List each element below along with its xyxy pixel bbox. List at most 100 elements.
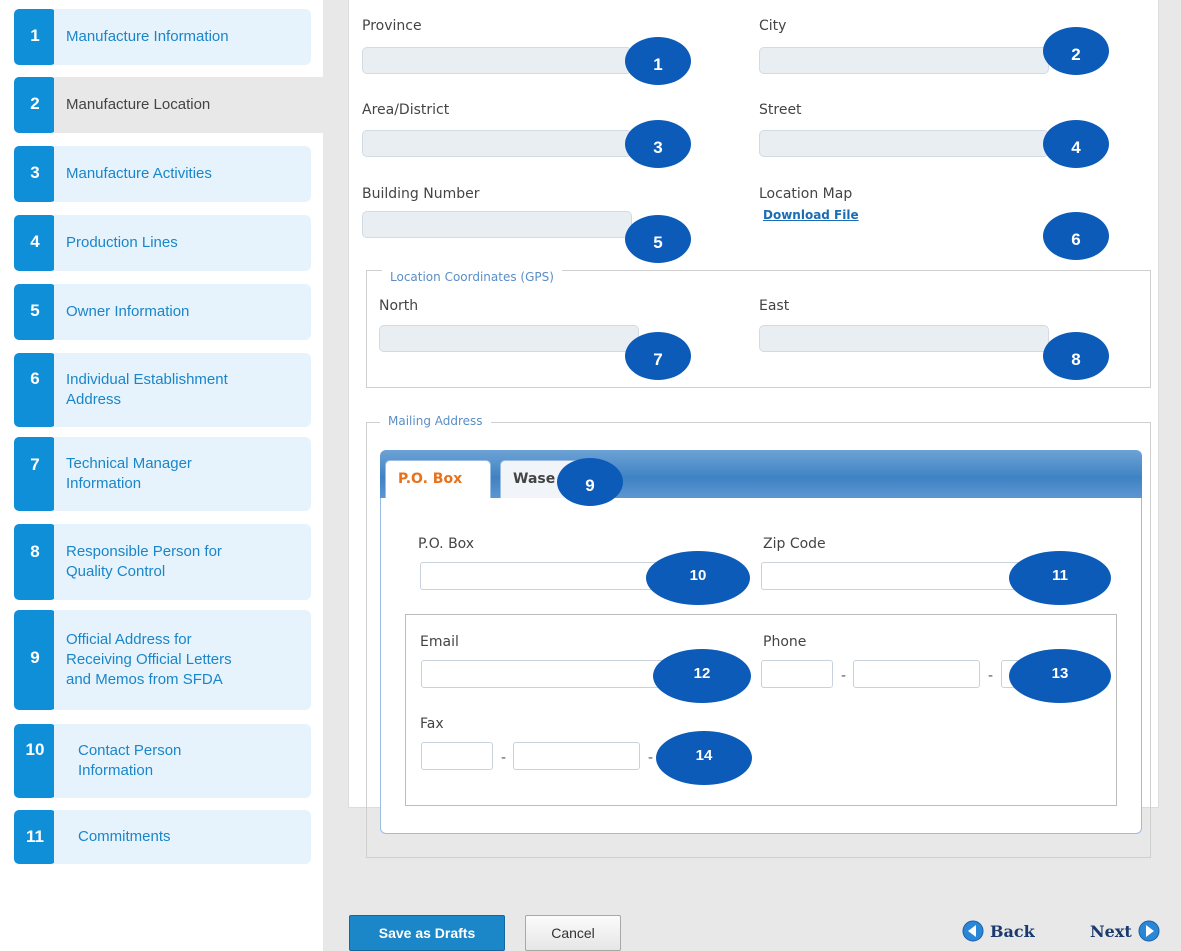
wizard-sidebar: 1 Manufacture Information 2 Manufacture … — [0, 0, 325, 951]
step-label: Production Lines — [66, 234, 178, 251]
step-number: 10 — [25, 740, 45, 759]
step-label: Manufacture Activities — [66, 165, 212, 182]
province-label: Province — [362, 18, 422, 34]
cancel-button[interactable]: Cancel — [525, 915, 621, 951]
phone-separator: - — [841, 668, 847, 684]
street-label: Street — [759, 102, 802, 118]
step-number: 8 — [30, 542, 40, 561]
fax-separator: - — [501, 750, 507, 766]
annotation-marker-11: 11 — [1009, 551, 1111, 605]
sidebar-step-owner-information[interactable]: 5 Owner Information — [14, 284, 311, 340]
step-card: Official Address for Receiving Official … — [54, 610, 311, 710]
step-number: 9 — [30, 648, 40, 667]
north-label: North — [379, 298, 419, 314]
sidebar-step-technical-manager-information[interactable]: 7 Technical Manager Information — [14, 437, 311, 511]
annotation-marker-8: 8 — [1043, 332, 1109, 380]
zip-code-input[interactable] — [761, 562, 1031, 590]
annotation-marker-1: 1 — [625, 37, 691, 85]
phone-separator: - — [988, 668, 994, 684]
step-number-badge: 11 — [14, 810, 56, 864]
step-label: Individual Establishment Address — [66, 371, 228, 408]
city-label: City — [759, 18, 787, 34]
mailing-tabstrip — [380, 450, 1142, 500]
street-field[interactable] — [759, 130, 1049, 157]
sidebar-step-contact-person-information[interactable]: 10 Contact Person Information — [14, 724, 311, 798]
location-map-label: Location Map — [759, 186, 853, 202]
area-district-label: Area/District — [362, 102, 450, 118]
step-label: Contact Person Information — [78, 742, 182, 779]
step-number-badge: 9 — [14, 610, 56, 710]
email-input[interactable] — [421, 660, 671, 688]
zip-code-label: Zip Code — [763, 536, 826, 552]
fax-country-code-input[interactable] — [421, 742, 493, 770]
fax-label: Fax — [420, 716, 444, 732]
main-content: Province City Area/District Street Build… — [323, 0, 1181, 951]
step-card: Commitments — [54, 810, 311, 864]
area-district-field[interactable] — [362, 130, 632, 157]
step-label: Official Address for Receiving Official … — [66, 631, 232, 688]
step-card: Manufacture Information — [54, 9, 311, 65]
email-label: Email — [420, 634, 459, 650]
step-number: 3 — [30, 163, 40, 182]
sidebar-step-manufacture-information[interactable]: 1 Manufacture Information — [14, 9, 311, 65]
north-field[interactable] — [379, 325, 639, 352]
fax-separator: - — [648, 750, 654, 766]
province-field[interactable] — [362, 47, 632, 74]
step-label: Manufacture Information — [66, 28, 229, 45]
step-number-badge: 7 — [14, 437, 56, 511]
east-field[interactable] — [759, 325, 1049, 352]
step-card: Individual Establishment Address — [54, 353, 311, 427]
step-label: Responsible Person for Quality Control — [66, 543, 222, 580]
annotation-marker-3: 3 — [625, 120, 691, 168]
east-label: East — [759, 298, 790, 314]
next-button[interactable]: Next — [1090, 916, 1160, 946]
phone-country-code-input[interactable] — [761, 660, 833, 688]
pobox-label: P.O. Box — [418, 536, 475, 552]
annotation-marker-13: 13 — [1009, 649, 1111, 703]
sidebar-step-production-lines[interactable]: 4 Production Lines — [14, 215, 311, 271]
annotation-marker-7: 7 — [625, 332, 691, 380]
step-number-badge: 3 — [14, 146, 56, 202]
back-button[interactable]: Back — [962, 916, 1035, 946]
annotation-marker-2: 2 — [1043, 27, 1109, 75]
download-file-link[interactable]: Download File — [763, 208, 859, 222]
building-number-label: Building Number — [362, 186, 480, 202]
step-number: 7 — [30, 455, 40, 474]
sidebar-step-manufacture-activities[interactable]: 3 Manufacture Activities — [14, 146, 311, 202]
step-card: Manufacture Location — [54, 77, 325, 133]
step-card: Owner Information — [54, 284, 311, 340]
fax-area-code-input[interactable] — [513, 742, 640, 770]
phone-area-code-input[interactable] — [853, 660, 980, 688]
arrow-right-circle-icon — [1138, 920, 1160, 942]
gps-legend: Location Coordinates (GPS) — [382, 270, 562, 284]
sidebar-step-responsible-person-quality-control[interactable]: 8 Responsible Person for Quality Control — [14, 524, 311, 600]
step-number: 4 — [30, 232, 40, 251]
annotation-marker-9: 9 — [557, 458, 623, 506]
sidebar-step-official-address-sfda[interactable]: 9 Official Address for Receiving Officia… — [14, 610, 311, 710]
city-field[interactable] — [759, 47, 1049, 74]
save-as-drafts-button[interactable]: Save as Drafts — [349, 915, 505, 951]
building-number-field[interactable] — [362, 211, 632, 238]
step-card: Contact Person Information — [54, 724, 311, 798]
next-label: Next — [1090, 921, 1132, 941]
step-card: Production Lines — [54, 215, 311, 271]
step-number: 5 — [30, 301, 40, 320]
step-number-badge: 4 — [14, 215, 56, 271]
step-label: Manufacture Location — [66, 96, 211, 113]
tab-pobox[interactable]: P.O. Box — [385, 460, 491, 501]
sidebar-step-individual-establishment-address[interactable]: 6 Individual Establishment Address — [14, 353, 311, 427]
sidebar-step-commitments[interactable]: 11 Commitments — [14, 810, 311, 864]
sidebar-step-manufacture-location[interactable]: 2 Manufacture Location — [14, 77, 325, 133]
step-number-badge: 8 — [14, 524, 56, 600]
step-number-badge: 2 — [14, 77, 56, 133]
pobox-input[interactable] — [420, 562, 670, 590]
arrow-left-circle-icon — [962, 920, 984, 942]
annotation-marker-12: 12 — [653, 649, 751, 703]
step-card: Responsible Person for Quality Control — [54, 524, 311, 600]
back-label: Back — [990, 921, 1035, 941]
phone-label: Phone — [763, 634, 807, 650]
step-number-badge: 6 — [14, 353, 56, 427]
step-number-badge: 1 — [14, 9, 56, 65]
step-number: 6 — [30, 369, 40, 388]
step-label: Owner Information — [66, 303, 190, 320]
